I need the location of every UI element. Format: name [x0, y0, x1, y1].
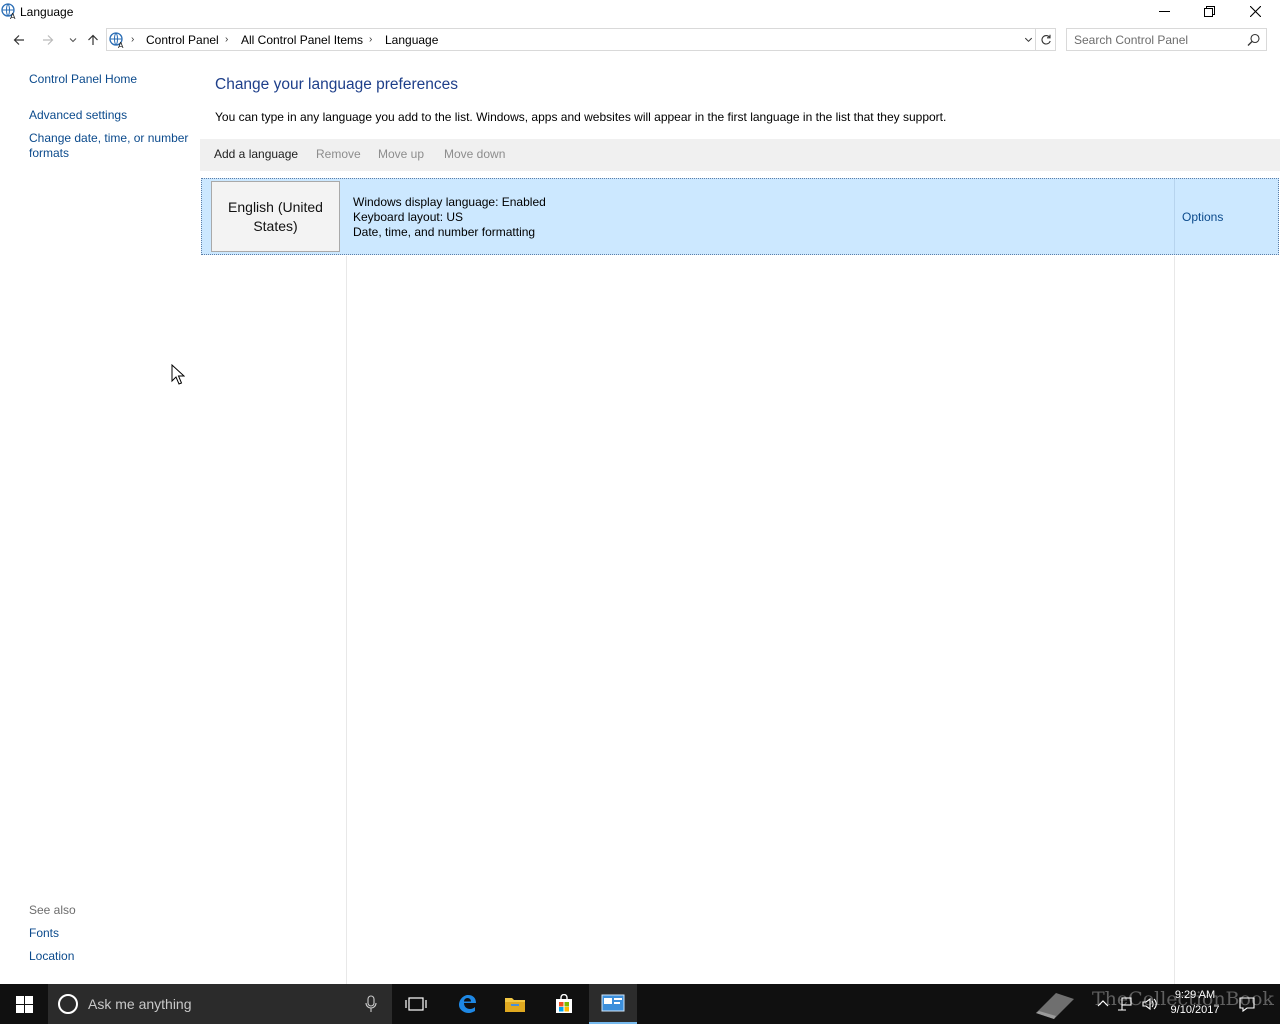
- close-icon: [1249, 5, 1261, 17]
- search-input[interactable]: [1067, 29, 1245, 50]
- svg-text:A: A: [10, 12, 16, 19]
- change-date-time-formats-link[interactable]: Change date, time, or number formats: [29, 131, 194, 161]
- restore-button[interactable]: [1186, 0, 1232, 22]
- chevron-down-icon: [1024, 37, 1032, 43]
- add-language-button[interactable]: Add a language: [214, 147, 298, 161]
- minimize-icon: [1158, 10, 1170, 12]
- display-language-status: Windows display language: Enabled: [353, 195, 546, 209]
- task-view-icon: [405, 997, 427, 1011]
- options-divider: [1174, 179, 1175, 254]
- formatting-status: Date, time, and number formatting: [353, 225, 536, 239]
- breadcrumb-separator-icon[interactable]: ›: [131, 34, 134, 45]
- clock-date: 9/10/2017: [1170, 1004, 1220, 1016]
- system-clock[interactable]: 9:29 AM 9/10/2017: [1160, 988, 1230, 1018]
- refresh-button[interactable]: [1036, 28, 1056, 51]
- breadcrumb-separator-icon[interactable]: ›: [225, 34, 228, 45]
- microphone-icon[interactable]: [364, 995, 378, 1013]
- mouse-cursor-icon: [171, 364, 185, 385]
- breadcrumb-language[interactable]: Language: [385, 33, 438, 47]
- search-box[interactable]: [1066, 28, 1267, 51]
- language-toolbar: Add a language Remove Move up Move down: [200, 139, 1280, 171]
- forward-button[interactable]: [37, 30, 59, 50]
- control-panel-icon: A: [109, 32, 124, 48]
- move-down-button[interactable]: Move down: [444, 147, 505, 161]
- svg-text:A: A: [118, 41, 124, 48]
- page-title: Change your language preferences: [215, 76, 459, 93]
- network-tray-button[interactable]: [1115, 984, 1135, 1024]
- chevron-down-icon: [69, 38, 77, 43]
- task-view-button[interactable]: [392, 984, 440, 1024]
- left-navigation-pane: Control Panel Home Advanced settings Cha…: [0, 60, 200, 984]
- volume-tray-button[interactable]: [1139, 984, 1161, 1024]
- language-options-link[interactable]: Options: [1182, 210, 1223, 224]
- restore-icon: [1203, 5, 1215, 17]
- language-details: Windows display language: Enabled Keyboa…: [353, 195, 546, 240]
- title-bar: A Language: [0, 0, 1280, 24]
- control-panel-window-icon: [601, 994, 625, 1012]
- column-divider: [346, 256, 347, 984]
- store-bag-icon: [556, 994, 572, 1013]
- window-title: Language: [20, 5, 74, 19]
- taskbar: Ask me anything TheCollectionBook 9:29 A…: [0, 984, 1280, 1024]
- show-hidden-icons-button[interactable]: [1094, 984, 1112, 1024]
- refresh-icon: [1041, 34, 1051, 44]
- move-up-button[interactable]: Move up: [378, 147, 424, 161]
- advanced-settings-link[interactable]: Advanced settings: [29, 108, 194, 123]
- book-logo-icon: [1036, 993, 1074, 1019]
- language-name-tile: English (United States): [211, 181, 340, 252]
- up-button[interactable]: [82, 30, 104, 50]
- page-description: You can type in any language you add to …: [215, 110, 947, 124]
- language-app-icon: A: [1, 3, 16, 19]
- network-icon: [1118, 997, 1132, 1011]
- address-bar[interactable]: A › Control Panel › All Control Panel It…: [106, 28, 1036, 51]
- clock-time: 9:29 AM: [1174, 989, 1216, 1001]
- back-arrow-icon: [13, 35, 24, 45]
- address-dropdown-button[interactable]: [1020, 29, 1036, 50]
- minimize-button[interactable]: [1141, 0, 1187, 22]
- cortana-search-box[interactable]: Ask me anything: [48, 984, 392, 1024]
- column-divider: [1174, 256, 1175, 984]
- remove-button[interactable]: Remove: [316, 147, 361, 161]
- store-taskbar-button[interactable]: [540, 984, 588, 1024]
- keyboard-layout-status: Keyboard layout: US: [353, 210, 464, 224]
- cortana-placeholder: Ask me anything: [88, 996, 192, 1012]
- navigation-bar: A › Control Panel › All Control Panel It…: [0, 28, 1280, 52]
- control-panel-home-link[interactable]: Control Panel Home: [29, 72, 194, 87]
- up-arrow-icon: [88, 34, 98, 45]
- folder-icon: [505, 998, 525, 1012]
- cortana-icon: [58, 994, 78, 1014]
- close-button[interactable]: [1232, 0, 1278, 22]
- breadcrumb-control-panel[interactable]: Control Panel: [146, 33, 219, 47]
- main-content: Change your language preferences You can…: [200, 60, 1280, 984]
- search-icon[interactable]: [1247, 33, 1261, 47]
- edge-browser-icon: [459, 995, 476, 1013]
- back-button[interactable]: [8, 30, 30, 50]
- windows-logo-icon: [15, 995, 33, 1013]
- chevron-up-icon: [1097, 1000, 1109, 1007]
- control-panel-taskbar-button[interactable]: [589, 984, 637, 1024]
- language-list-item[interactable]: English (United States) Windows display …: [201, 178, 1279, 255]
- breadcrumb-all-items[interactable]: All Control Panel Items: [241, 33, 363, 47]
- location-link[interactable]: Location: [29, 949, 194, 964]
- notification-icon: [1239, 997, 1255, 1012]
- speaker-icon: [1142, 997, 1157, 1011]
- recent-locations-button[interactable]: [62, 30, 84, 50]
- fonts-link[interactable]: Fonts: [29, 926, 194, 941]
- forward-arrow-icon: [43, 35, 54, 45]
- watermark-book-logo: [1030, 984, 1080, 1024]
- action-center-button[interactable]: [1234, 984, 1260, 1024]
- language-window: A Language A › Control Panel › All Contr…: [0, 0, 1280, 984]
- see-also-label: See also: [29, 903, 76, 917]
- edge-taskbar-button[interactable]: [443, 984, 491, 1024]
- breadcrumb-separator-icon[interactable]: ›: [369, 34, 372, 45]
- start-button[interactable]: [0, 984, 48, 1024]
- file-explorer-taskbar-button[interactable]: [491, 984, 539, 1024]
